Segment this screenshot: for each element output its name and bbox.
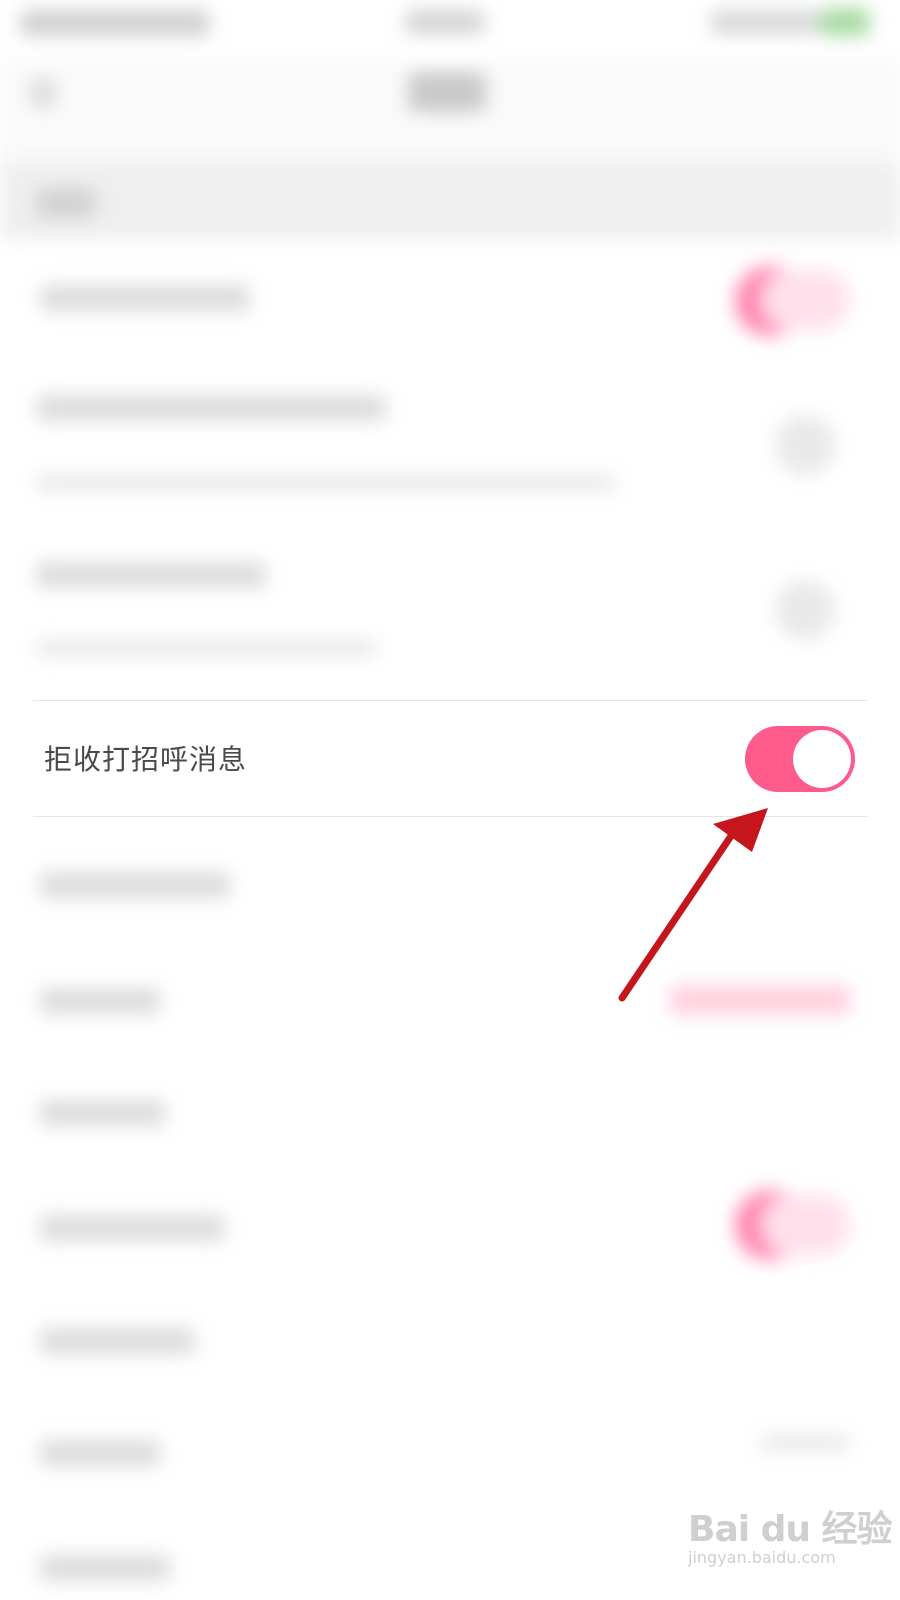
toggle-thumb <box>793 730 851 788</box>
blurred-settings-below <box>0 820 900 1600</box>
navigation-bar <box>0 60 900 160</box>
status-bar <box>0 0 900 60</box>
reject-greetings-toggle[interactable] <box>745 726 855 792</box>
watermark-logo: Bai du 经验 <box>688 1509 893 1550</box>
divider-top <box>33 700 868 701</box>
baidu-jingyan-watermark: Bai du 经验 jingyan.baidu.com <box>688 1500 893 1567</box>
setting-label: 拒收打招呼消息 <box>44 743 248 776</box>
section-header <box>0 160 900 240</box>
blurred-settings-above <box>0 250 900 690</box>
